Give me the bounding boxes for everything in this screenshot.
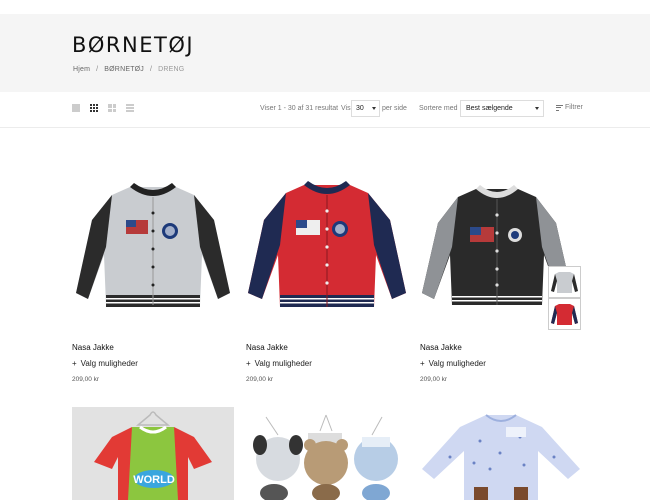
- product-image-red-jacket[interactable]: [246, 165, 408, 335]
- per-page-suffix: per side: [382, 105, 407, 112]
- select-options-label: Valg muligheder: [254, 359, 312, 368]
- filter-label: Filtrer: [565, 104, 583, 111]
- breadcrumb-separator: /: [150, 66, 153, 73]
- sort-label: Sortere med: [419, 105, 458, 112]
- breadcrumb-category[interactable]: BØRNETØJ: [104, 66, 144, 73]
- variant-thumbnail-grey[interactable]: [548, 266, 581, 298]
- product-name[interactable]: Nasa Jakke: [420, 343, 462, 352]
- grid-1-icon[interactable]: [72, 104, 80, 112]
- caret-down-icon: [535, 107, 539, 110]
- plus-icon: +: [420, 359, 425, 368]
- breadcrumb: Hjem / BØRNETØJ / DRENG: [73, 66, 184, 73]
- select-options-link[interactable]: + Valg muligheder: [72, 359, 138, 368]
- variant-thumbnail-red[interactable]: [548, 298, 581, 330]
- product-image-hats-booties[interactable]: [246, 407, 408, 500]
- shop-toolbar: Viser 1 - 30 af 31 resultat Vis 30 per s…: [0, 92, 650, 128]
- breadcrumb-home[interactable]: Hjem: [73, 66, 90, 73]
- product-image-grey-jacket[interactable]: [72, 165, 234, 335]
- page-title: BØRNETØJ: [72, 33, 195, 57]
- select-options-link[interactable]: + Valg muligheder: [246, 359, 312, 368]
- per-page-select[interactable]: 30: [351, 100, 380, 117]
- filter-button[interactable]: Filtrer: [556, 104, 583, 111]
- list-icon[interactable]: [126, 104, 134, 112]
- sort-value: Best sælgende: [466, 105, 513, 112]
- product-price: 209,00 kr: [420, 376, 448, 383]
- product-image-star-romper[interactable]: [420, 407, 582, 500]
- product-price: 209,00 kr: [72, 376, 100, 383]
- breadcrumb-separator: /: [96, 66, 99, 73]
- caret-down-icon: [372, 107, 376, 110]
- product-name[interactable]: Nasa Jakke: [72, 343, 114, 352]
- breadcrumb-current: DRENG: [158, 66, 185, 73]
- product-name[interactable]: Nasa Jakke: [246, 343, 288, 352]
- view-switcher: [72, 104, 134, 112]
- grid-4-icon[interactable]: [108, 104, 116, 112]
- product-price: 209,00 kr: [246, 376, 274, 383]
- select-options-label: Valg muligheder: [80, 359, 138, 368]
- sort-select[interactable]: Best sælgende: [460, 100, 544, 117]
- plus-icon: +: [246, 359, 251, 368]
- filter-icon: [556, 104, 563, 111]
- grid-3-icon[interactable]: [90, 104, 98, 112]
- results-count: Viser 1 - 30 af 31 resultat: [260, 105, 339, 112]
- product-image-world-tshirt[interactable]: WORLD: [72, 407, 234, 500]
- plus-icon: +: [72, 359, 77, 368]
- variant-thumbnails: [548, 266, 581, 330]
- tshirt-print-text: WORLD: [133, 474, 175, 486]
- select-options-label: Valg muligheder: [428, 359, 486, 368]
- per-page-value: 30: [356, 105, 364, 112]
- top-gap: [0, 0, 650, 14]
- per-page-label: Vis: [341, 105, 351, 112]
- select-options-link[interactable]: + Valg muligheder: [420, 359, 486, 368]
